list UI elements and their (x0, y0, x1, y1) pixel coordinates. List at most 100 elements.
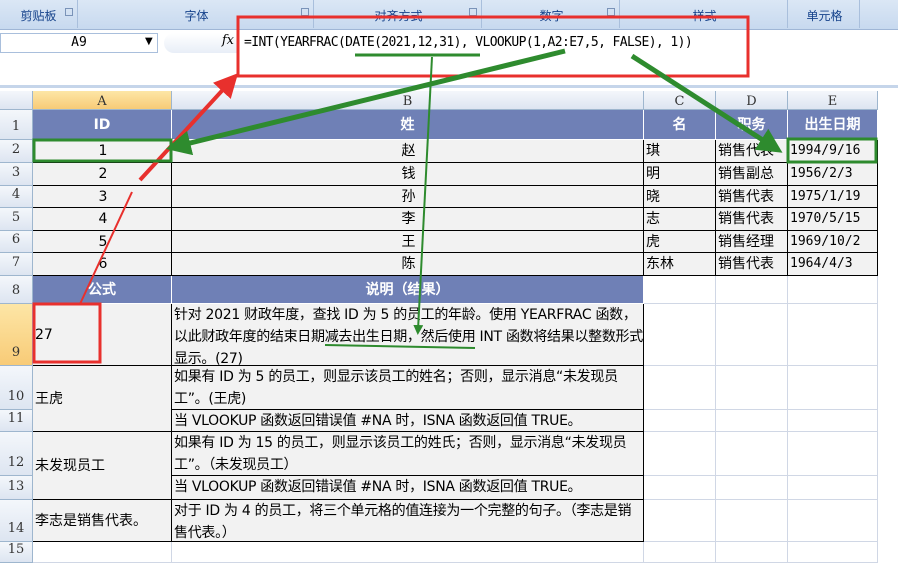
formula-cell[interactable]: 27 (33, 304, 172, 366)
row-header-3[interactable]: 3 (0, 163, 33, 186)
row-header-1[interactable]: 1 (0, 110, 33, 140)
table-cell[interactable]: 1964/4/3 (788, 253, 878, 276)
row-header-7[interactable]: 7 (0, 253, 33, 276)
table-cell[interactable]: 1969/10/2 (788, 231, 878, 253)
formula-input[interactable]: =INT(YEARFRAC(DATE(2021,12,31), VLOOKUP(… (244, 35, 693, 50)
row-header-15[interactable]: 15 (0, 542, 33, 563)
description-cell[interactable]: 如果有 ID 为 5 的员工，则显示该员工的姓名；否则，显示消息“未发现员工”。… (172, 366, 644, 410)
description-cell[interactable]: 当 VLOOKUP 函数返回错误值 #NA 时，ISNA 函数返回值 TRUE。 (172, 410, 644, 432)
dialog-launcher-icon[interactable] (65, 8, 73, 16)
table-cell[interactable]: 2 (33, 163, 172, 186)
dialog-launcher-icon[interactable] (301, 8, 309, 16)
empty-cell[interactable] (716, 476, 788, 500)
empty-cell[interactable] (716, 366, 788, 410)
empty-cell[interactable] (172, 542, 644, 563)
table-cell[interactable]: 1956/2/3 (788, 163, 878, 186)
formula-cell[interactable]: 李志是销售代表。 (33, 500, 172, 542)
table-cell[interactable]: 赵 (172, 140, 644, 163)
table-cell[interactable]: 东林 (644, 253, 716, 276)
table-cell[interactable]: 3 (33, 186, 172, 208)
empty-cell[interactable] (716, 276, 788, 304)
row-header-5[interactable]: 5 (0, 208, 33, 231)
description-cell[interactable]: 如果有 ID 为 15 的员工，则显示该员工的姓氏；否则，显示消息“未发现员工”… (172, 432, 644, 476)
table-cell[interactable]: 销售副总 (716, 163, 788, 186)
table-cell[interactable]: 销售经理 (716, 231, 788, 253)
row-header-6[interactable]: 6 (0, 231, 33, 253)
empty-cell[interactable] (716, 410, 788, 432)
empty-cell[interactable] (788, 410, 878, 432)
empty-cell[interactable] (788, 276, 878, 304)
row-header-11[interactable]: 11 (0, 410, 33, 432)
table-cell[interactable]: 1 (33, 140, 172, 163)
formula-cell[interactable]: 未发现员工 (33, 432, 172, 500)
table-cell[interactable]: 1975/1/19 (788, 186, 878, 208)
description-cell[interactable]: 当 VLOOKUP 函数返回错误值 #NA 时，ISNA 函数返回值 TRUE。 (172, 476, 644, 500)
empty-cell[interactable] (644, 366, 716, 410)
empty-cell[interactable] (716, 304, 788, 366)
empty-cell[interactable] (644, 542, 716, 563)
dialog-launcher-icon[interactable] (469, 8, 477, 16)
table-cell[interactable]: 5 (33, 231, 172, 253)
ribbon-group-styles[interactable]: 样式 (622, 0, 788, 28)
insert-function-button[interactable]: fx (164, 33, 238, 53)
empty-cell[interactable] (644, 304, 716, 366)
empty-cell[interactable] (716, 542, 788, 563)
empty-cell[interactable] (788, 432, 878, 476)
column-header-C[interactable]: C (644, 91, 716, 110)
row-header-4[interactable]: 4 (0, 186, 33, 208)
row-header-12[interactable]: 12 (0, 432, 33, 476)
empty-cell[interactable] (788, 476, 878, 500)
table-cell[interactable]: 李 (172, 208, 644, 231)
table-cell[interactable]: 销售代表 (716, 140, 788, 163)
table-cell[interactable]: 钱 (172, 163, 644, 186)
name-box[interactable]: A9 (0, 33, 158, 53)
empty-cell[interactable] (644, 276, 716, 304)
empty-cell[interactable] (788, 542, 878, 563)
table-cell[interactable]: 6 (33, 253, 172, 276)
table-cell[interactable]: 琪 (644, 140, 716, 163)
column-header-B[interactable]: B (172, 91, 644, 110)
formula-cell[interactable]: 王虎 (33, 366, 172, 432)
empty-cell[interactable] (644, 432, 716, 476)
table-cell[interactable]: 1970/5/15 (788, 208, 878, 231)
row-header-8[interactable]: 8 (0, 276, 33, 304)
table-cell[interactable]: 王 (172, 231, 644, 253)
empty-cell[interactable] (788, 366, 878, 410)
table-cell[interactable]: 晓 (644, 186, 716, 208)
ribbon-group-font[interactable]: 字体 (80, 0, 314, 28)
ribbon-group-number[interactable]: 数字 (484, 0, 620, 28)
empty-cell[interactable] (716, 432, 788, 476)
table-cell[interactable]: 孙 (172, 186, 644, 208)
chevron-down-icon[interactable]: ▼ (145, 36, 153, 47)
ribbon-group-clipboard[interactable]: 剪贴板 (0, 0, 78, 28)
empty-cell[interactable] (716, 500, 788, 542)
column-header-A[interactable]: A (33, 91, 172, 110)
dialog-launcher-icon[interactable] (607, 8, 615, 16)
table-cell[interactable]: 销售代表 (716, 208, 788, 231)
table-cell[interactable]: 陈 (172, 253, 644, 276)
empty-cell[interactable] (644, 476, 716, 500)
table-cell[interactable]: 明 (644, 163, 716, 186)
column-header-E[interactable]: E (788, 91, 878, 110)
select-all-button[interactable] (0, 91, 33, 110)
description-cell[interactable]: 对于 ID 为 4 的员工，将三个单元格的值连接为一个完整的句子。（李志是销售代… (172, 500, 644, 542)
description-cell[interactable]: 针对 2021 财政年度，查找 ID 为 5 的员工的年龄。使用 YEARFRA… (172, 304, 644, 366)
empty-cell[interactable] (33, 542, 172, 563)
empty-cell[interactable] (788, 304, 878, 366)
table-cell[interactable]: 1994/9/16 (788, 140, 878, 163)
empty-cell[interactable] (644, 410, 716, 432)
column-header-D[interactable]: D (716, 91, 788, 110)
table-cell[interactable]: 销售代表 (716, 253, 788, 276)
table-cell[interactable]: 虎 (644, 231, 716, 253)
row-header-2[interactable]: 2 (0, 140, 33, 163)
ribbon-group-alignment[interactable]: 对齐方式 (316, 0, 482, 28)
row-header-9[interactable]: 9 (0, 304, 33, 366)
ribbon-group-cells[interactable]: 单元格 (790, 0, 860, 28)
row-header-13[interactable]: 13 (0, 476, 33, 500)
empty-cell[interactable] (644, 500, 716, 542)
table-cell[interactable]: 销售代表 (716, 186, 788, 208)
table-cell[interactable]: 志 (644, 208, 716, 231)
row-header-10[interactable]: 10 (0, 366, 33, 410)
empty-cell[interactable] (788, 500, 878, 542)
table-cell[interactable]: 4 (33, 208, 172, 231)
